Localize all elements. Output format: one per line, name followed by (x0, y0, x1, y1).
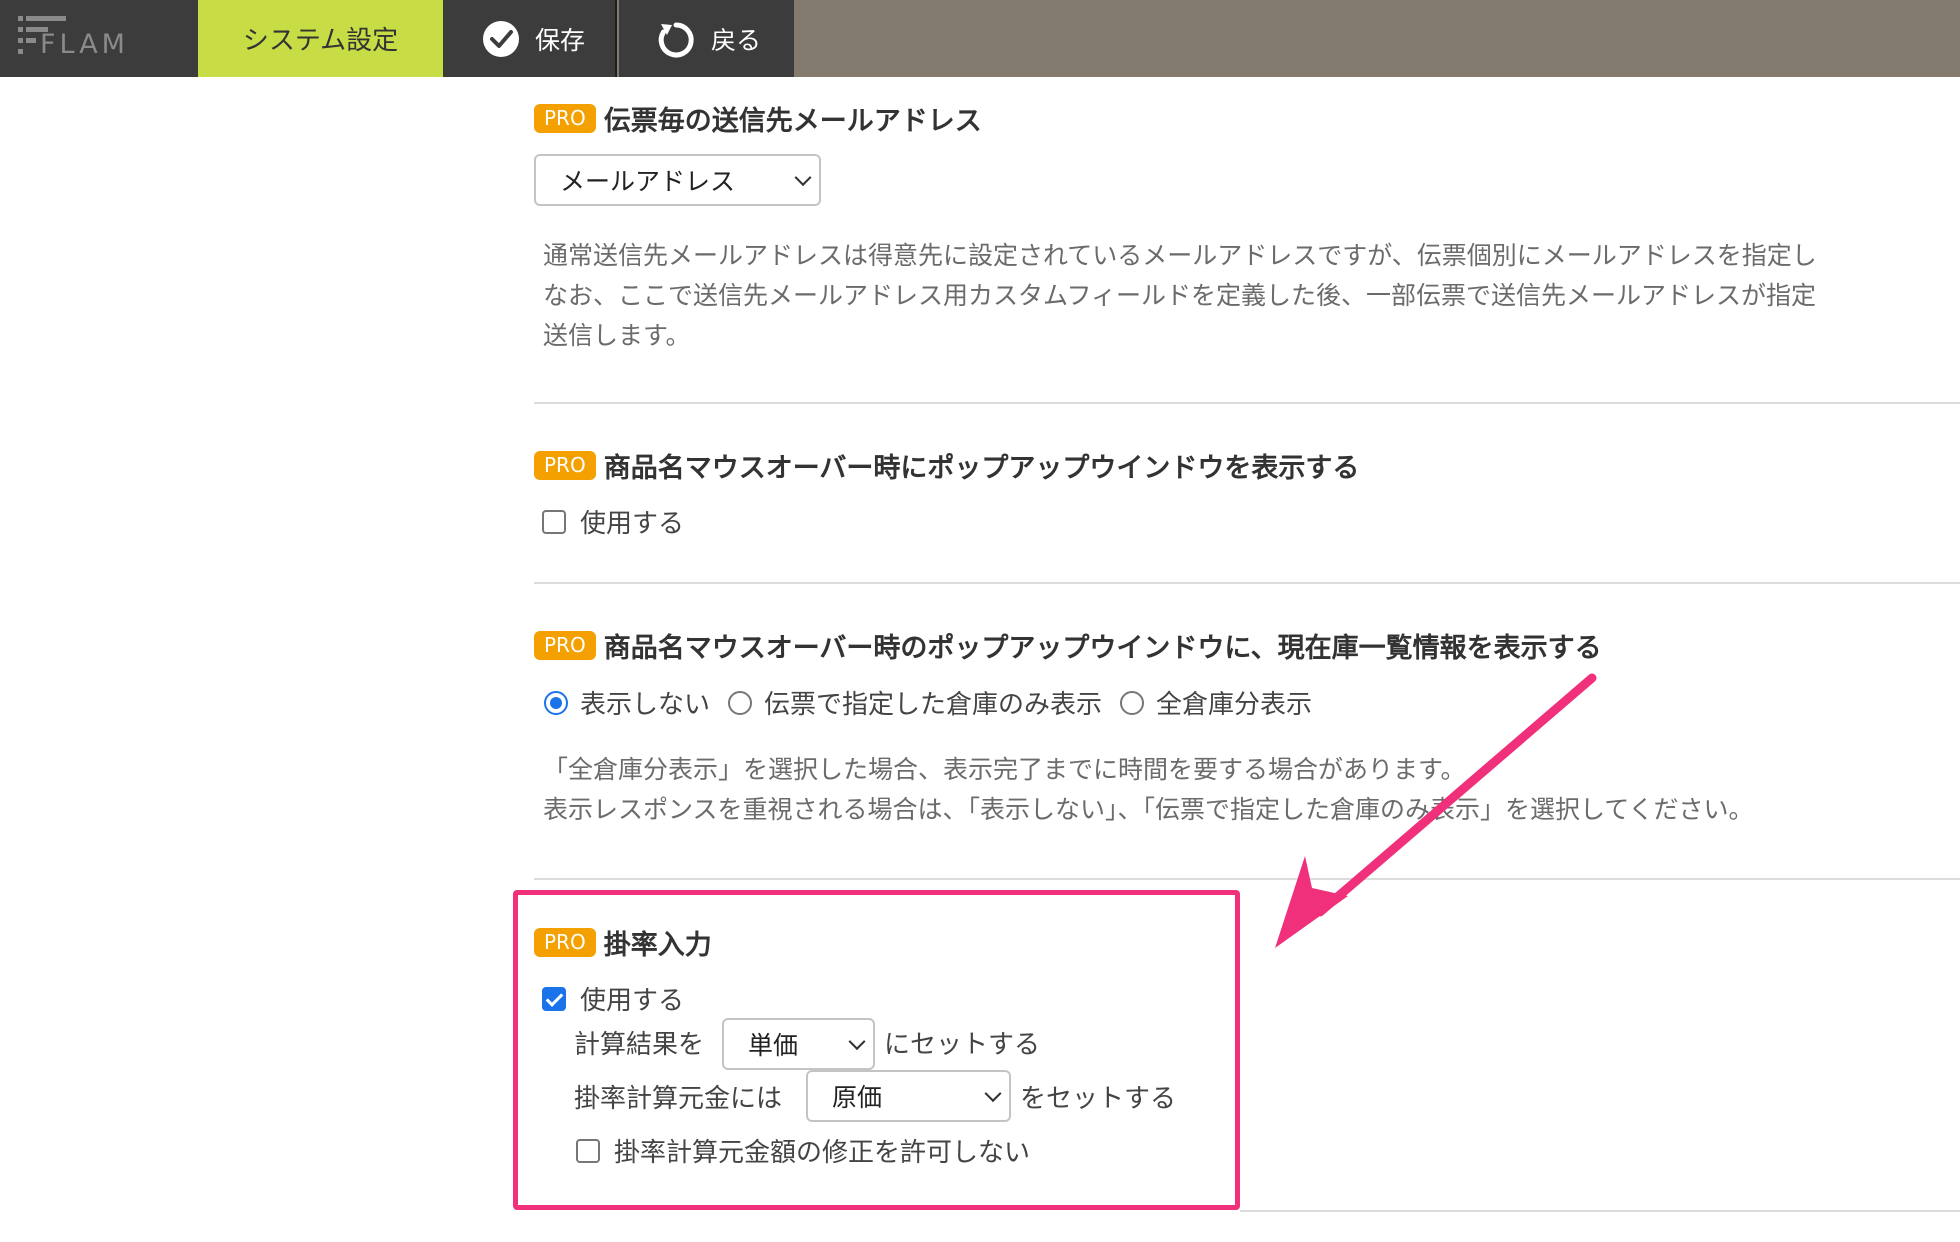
annotation-arrow-icon (1275, 673, 1597, 948)
